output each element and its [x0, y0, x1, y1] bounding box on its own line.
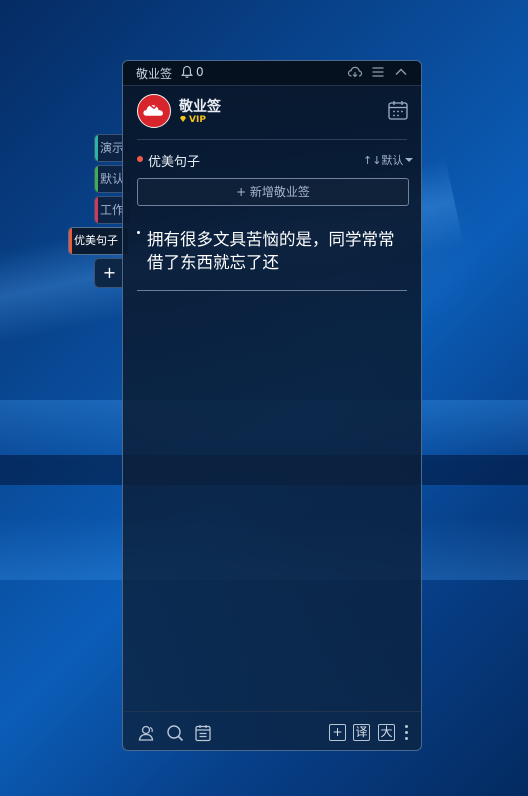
sort-dropdown[interactable]: ↑↓默认 — [363, 152, 414, 168]
vip-badge: VIP — [179, 115, 206, 125]
add-note-button[interactable]: + 新增敬业签 — [137, 178, 409, 206]
tab-color-bar — [69, 228, 72, 254]
vip-label: VIP — [189, 115, 206, 125]
cloud-logo-icon — [143, 103, 163, 116]
note-bullet — [137, 231, 140, 234]
note-divider — [137, 290, 407, 291]
side-tab-label: 工作 — [100, 203, 125, 217]
notification-count: 0 — [196, 65, 204, 79]
note-window: 敬业签 0 敬业签 VIP 优美句子 ↑↓默认 + 新增敬业签 拥有很多文具苦恼… — [122, 60, 422, 751]
app-name: 敬业签 — [136, 67, 173, 81]
add-box-icon[interactable]: + — [329, 724, 346, 741]
category-color-dot — [137, 156, 143, 162]
divider — [137, 139, 407, 140]
contacts-icon[interactable] — [137, 723, 157, 743]
tab-color-bar — [95, 166, 98, 192]
side-tab-beautiful-sentences[interactable]: 优美句子 — [68, 227, 128, 255]
chevron-down-icon — [405, 158, 414, 162]
calendar-icon[interactable] — [387, 99, 409, 121]
footer-divider — [123, 711, 421, 712]
cloud-sync-icon[interactable] — [347, 64, 363, 80]
avatar[interactable] — [137, 94, 171, 128]
side-tab-label: 演示 — [100, 141, 125, 155]
side-tab-label: 优美句子 — [74, 234, 118, 247]
translate-icon[interactable]: 译 — [353, 724, 370, 741]
tab-color-bar — [95, 135, 98, 161]
tab-color-bar — [95, 197, 98, 223]
menu-icon[interactable] — [370, 64, 386, 80]
notes-list-icon[interactable] — [193, 723, 213, 743]
collapse-icon[interactable] — [393, 64, 409, 80]
search-icon[interactable] — [165, 723, 185, 743]
add-category-tab[interactable]: + — [94, 258, 124, 288]
font-size-icon[interactable]: 大 — [378, 724, 395, 741]
add-category-label: + — [102, 263, 117, 282]
bell-icon[interactable] — [180, 65, 194, 79]
more-icon[interactable] — [405, 725, 409, 743]
diamond-icon — [180, 116, 186, 122]
desktop-background: 演示 默认 工作 优美句子 + 敬业签 0 敬业签 VIP 优美句子 ↑↓默认 … — [0, 0, 528, 796]
category-name: 优美句子 — [148, 155, 201, 170]
sort-label: ↑↓默认 — [363, 154, 404, 167]
titlebar[interactable]: 敬业签 0 — [123, 61, 421, 86]
note-text[interactable]: 拥有很多文具苦恼的是，同学常常借了东西就忘了还 — [147, 228, 409, 274]
side-tab-label: 默认 — [100, 172, 125, 186]
profile-name: 敬业签 — [179, 99, 221, 115]
